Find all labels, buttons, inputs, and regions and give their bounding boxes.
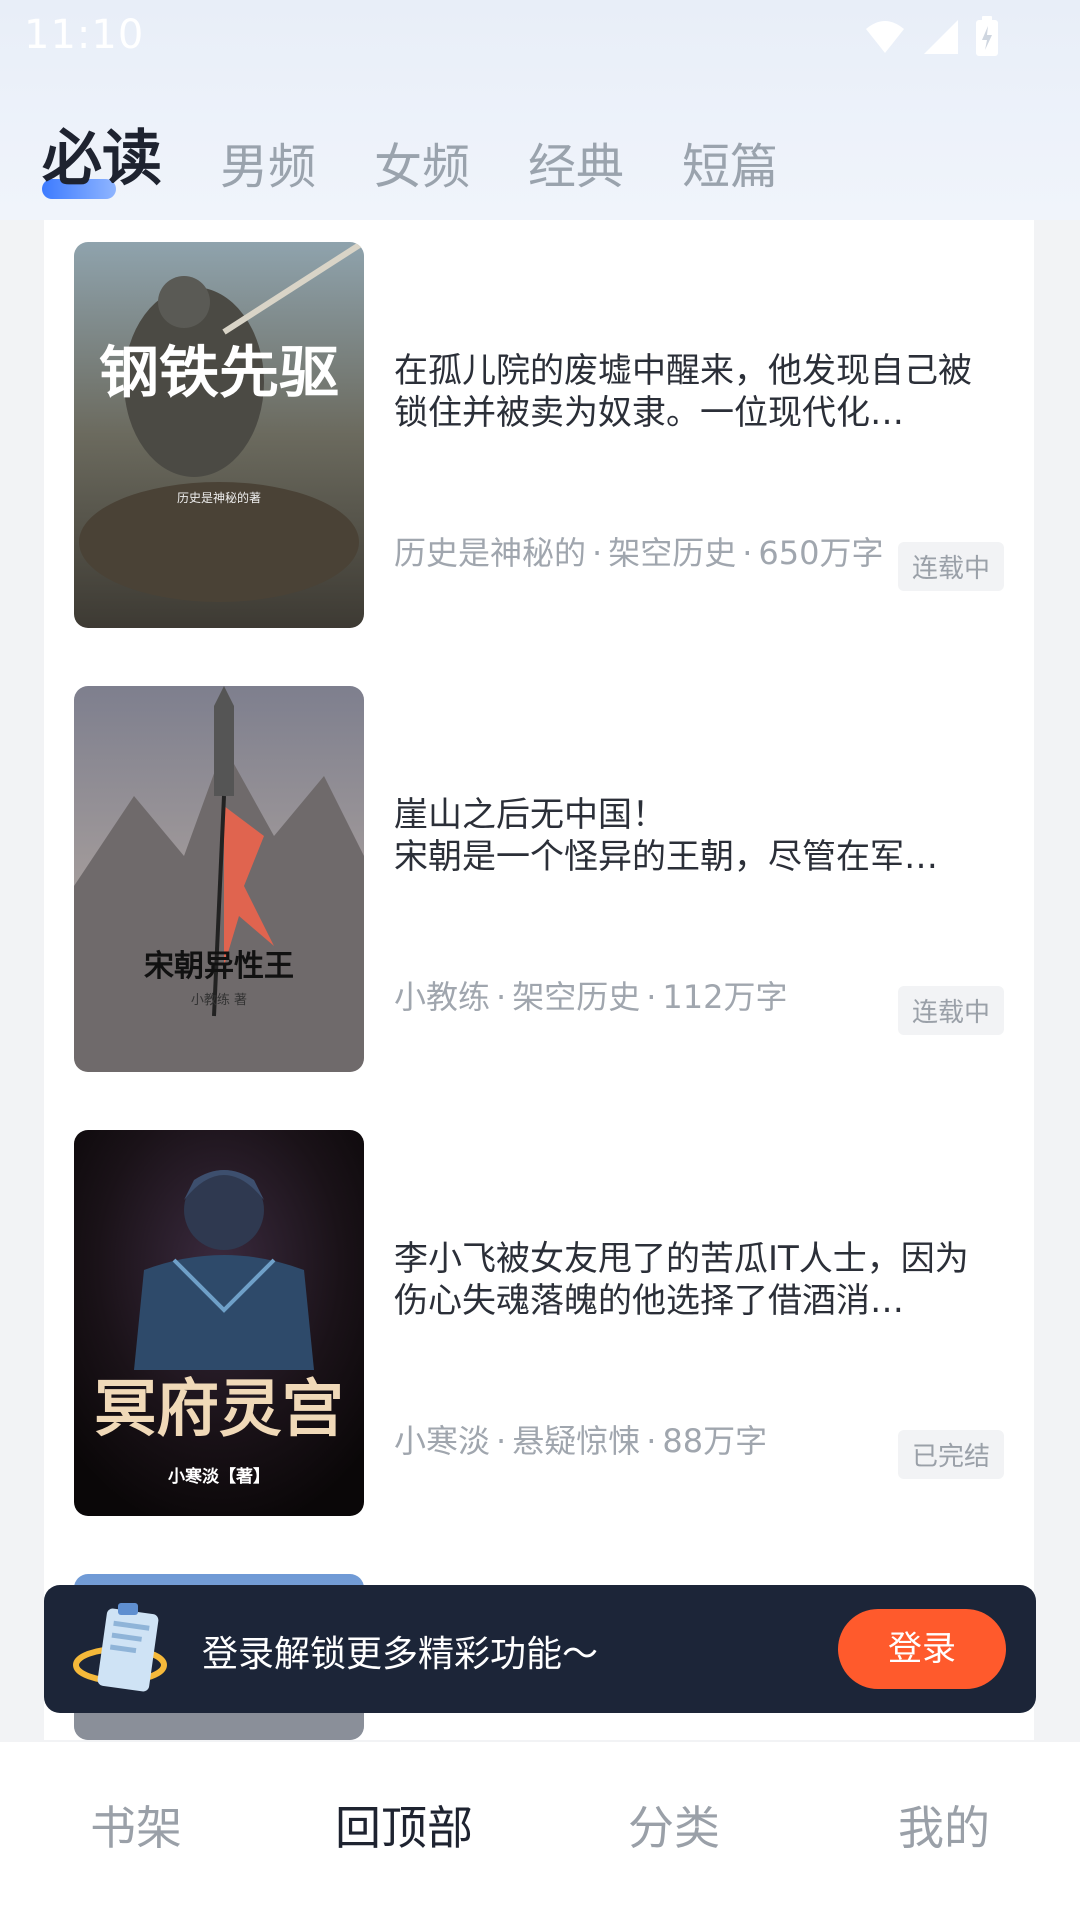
book-meta: 小教练 · 架空历史 · 112万字 [394, 978, 788, 1016]
nav-bookshelf[interactable]: 书架 [36, 1792, 236, 1858]
book-author: 小教练 [394, 978, 491, 1016]
login-button[interactable]: 登录 [838, 1609, 1006, 1689]
login-prompt-text: 登录解锁更多精彩功能～ [202, 1634, 599, 1675]
book-cover[interactable]: 钢铁先驱 历史是神秘的著 [74, 242, 364, 628]
app-screen: 钢铁先驱 历史是神秘的著 在孤儿院的废墟中醒来，他发现自己被锁住并被卖为奴隶。一… [0, 0, 1080, 1920]
signal-icon [920, 18, 960, 60]
category-tabs: 必读 男频 女频 经典 短篇 [42, 110, 778, 199]
book-list[interactable]: 钢铁先驱 历史是神秘的著 在孤儿院的废墟中醒来，他发现自己被锁住并被卖为奴隶。一… [44, 220, 1034, 1740]
book-description: 李小飞被女友甩了的苦瓜IT人士，因为伤心失魂落魄的他选择了借酒消… [394, 1239, 969, 1321]
book-phone-icon [70, 1601, 180, 1701]
wifi-icon [864, 19, 906, 59]
cover-title-text: 钢铁先驱 [99, 341, 339, 406]
book-item[interactable]: 钢铁先驱 历史是神秘的著 在孤儿院的废墟中醒来，他发现自己被锁住并被卖为奴隶。一… [74, 242, 1004, 628]
tab-female[interactable]: 女频 [374, 127, 470, 197]
book-description: 崖山之后无中国！ 宋朝是一个怪异的王朝，尽管在军… [394, 795, 938, 877]
bottom-nav: 书架 回顶部 分类 我的 [0, 1742, 1080, 1920]
cover-author-text: 小寒淡【著】 [168, 1466, 270, 1487]
book-item[interactable]: 宋朝异性王 小教练 著 崖山之后无中国！ 宋朝是一个怪异的王朝，尽管在军… 小教… [74, 686, 1004, 1072]
book-word-count: 112万字 [662, 978, 788, 1016]
status-icons [864, 16, 1000, 62]
book-description: 在孤儿院的废墟中醒来，他发现自己被锁住并被卖为奴隶。一位现代化… [394, 351, 972, 433]
cover-author-text: 历史是神秘的著 [177, 490, 261, 505]
book-item[interactable]: 冥府灵宫 小寒淡【著】 李小飞被女友甩了的苦瓜IT人士，因为伤心失魂落魄的他选择… [74, 1130, 1004, 1516]
status-badge: 已完结 [897, 1430, 1004, 1479]
tab-short[interactable]: 短篇 [682, 127, 778, 197]
book-genre: 架空历史 [608, 534, 737, 572]
book-genre: 架空历史 [512, 978, 641, 1016]
book-word-count: 88万字 [662, 1422, 768, 1460]
status-time: 11:10 [24, 12, 145, 58]
tab-bidu[interactable]: 必读 [42, 110, 162, 199]
book-cover[interactable]: 宋朝异性王 小教练 著 [74, 686, 364, 1072]
book-cover[interactable]: 冥府灵宫 小寒淡【著】 [74, 1130, 364, 1516]
cover-title-text: 冥府灵宫 [94, 1372, 344, 1445]
tab-classic[interactable]: 经典 [528, 127, 624, 197]
cover-title-text: 宋朝异性王 [144, 949, 294, 984]
book-author: 小寒淡 [394, 1422, 491, 1460]
book-meta: 历史是神秘的 · 架空历史 · 650万字 [394, 534, 884, 572]
tab-male[interactable]: 男频 [220, 127, 316, 197]
nav-category[interactable]: 分类 [574, 1792, 774, 1858]
battery-charging-icon [974, 16, 1000, 62]
book-word-count: 650万字 [758, 534, 884, 572]
book-author: 历史是神秘的 [394, 534, 587, 572]
login-banner[interactable]: 登录解锁更多精彩功能～ 登录 [44, 1585, 1036, 1713]
book-meta: 小寒淡 · 悬疑惊悚 · 88万字 [394, 1422, 768, 1460]
top-header: 11:10 必读 男频 女频 经典 短篇 [0, 0, 1080, 220]
status-bar: 11:10 [0, 0, 1080, 80]
status-badge: 连载中 [897, 986, 1004, 1035]
nav-mine[interactable]: 我的 [844, 1792, 1044, 1858]
cover-author-text: 小教练 著 [191, 992, 247, 1008]
nav-back-to-top[interactable]: 回顶部 [304, 1792, 504, 1858]
status-badge: 连载中 [897, 542, 1004, 591]
book-genre: 悬疑惊悚 [512, 1422, 641, 1460]
